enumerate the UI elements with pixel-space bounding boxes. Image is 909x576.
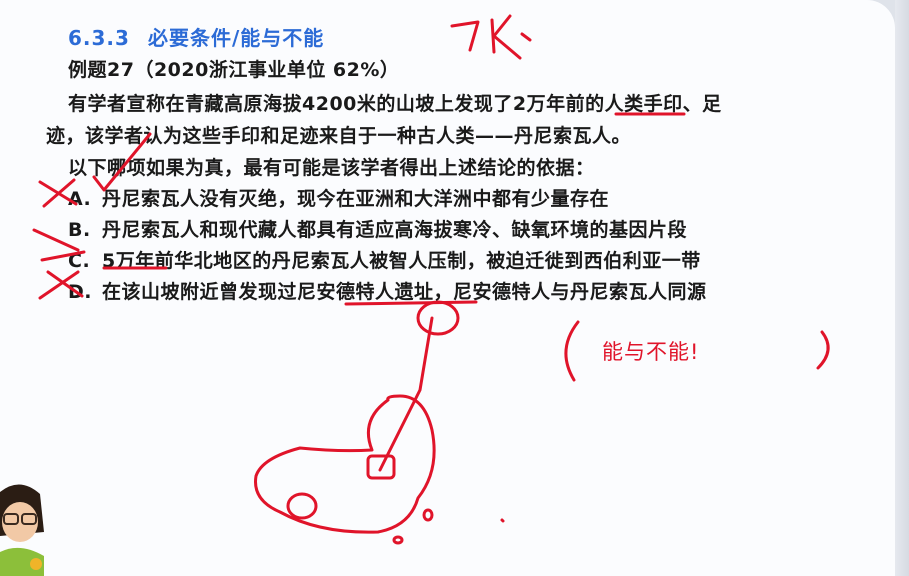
option-c-letter: C. [68, 250, 91, 272]
option-a[interactable]: A. 丹尼索瓦人没有灭绝，现今在亚洲和大洋洲中都有少量存在 [68, 184, 609, 211]
option-b-text: 丹尼索瓦人和现代藏人都具有适应高海拔寒冷、缺氧环境的基因片段 [102, 219, 688, 241]
question-line-3: 以下哪项如果为真，最有可能是该学者得出上述结论的依据： [68, 157, 595, 179]
option-a-letter: A. [68, 188, 92, 210]
slide-canvas: 6.3.3 必要条件/能与不能 例题27（2020浙江事业单位 62%） 有学者宣… [0, 0, 895, 576]
question-line-1: 有学者宣称在青藏高原海拔4200米的山坡上发现了2万年前的人类手印、足 [68, 93, 722, 115]
option-c-text: 5万年前华北地区的丹尼索瓦人被智人压制，被迫迁徙到西伯利亚一带 [102, 250, 701, 272]
option-b[interactable]: B. 丹尼索瓦人和现代藏人都具有适应高海拔寒冷、缺氧环境的基因片段 [68, 215, 687, 242]
option-b-letter: B. [68, 219, 91, 241]
option-c[interactable]: C. 5万年前华北地区的丹尼索瓦人被智人压制，被迫迁徙到西伯利亚一带 [68, 246, 701, 273]
section-title: 必要条件/能与不能 [147, 26, 325, 50]
option-a-text: 丹尼索瓦人没有灭绝，现今在亚洲和大洋洲中都有少量存在 [102, 188, 610, 210]
option-d-text: 在该山坡附近曾发现过尼安德特人遗址，尼安德特人与丹尼索瓦人同源 [102, 281, 707, 303]
option-d[interactable]: D. 在该山坡附近曾发现过尼安德特人遗址，尼安德特人与丹尼索瓦人同源 [68, 277, 707, 304]
section-number: 6.3.3 [68, 26, 130, 50]
section-heading: 6.3.3 必要条件/能与不能 [68, 22, 324, 51]
presenter-avatar [0, 484, 44, 576]
handwritten-note: 能与不能! [602, 340, 700, 364]
window-edge [895, 0, 909, 576]
question-line-2: 迹，该学者认为这些手印和足迹来自于一种古人类——丹尼索瓦人。 [46, 125, 632, 147]
example-label: 例题27（2020浙江事业单位 62%） [68, 59, 400, 81]
option-d-letter: D. [68, 281, 92, 303]
